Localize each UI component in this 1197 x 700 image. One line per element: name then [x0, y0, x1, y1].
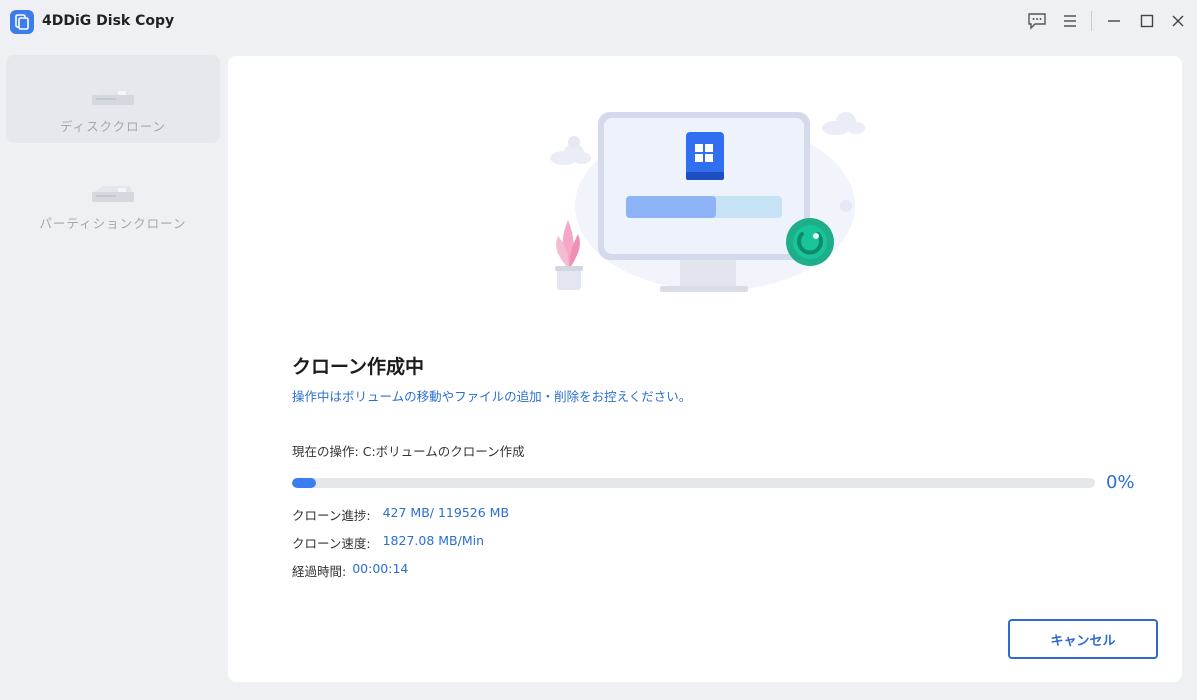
stat-elapsed-time: 経過時間: 00:00:14 [292, 561, 408, 580]
minimize-icon[interactable] [1100, 8, 1128, 34]
cancel-button[interactable]: キャンセル [1008, 619, 1158, 659]
sidebar-item-label: ディスククローン [59, 119, 166, 134]
stat-label: クローン速度: [292, 536, 371, 551]
warning-text: 操作中はボリュームの移動やファイルの追加・削除をお控えください。 [292, 389, 692, 404]
sidebar-item-disk-clone[interactable]: ディスククローン [6, 55, 220, 143]
page-title: クローン作成中 [292, 356, 425, 378]
stat-value: 00:00:14 [352, 561, 409, 576]
stat-clone-speed: クローン速度: 1827.08 MB/Min [292, 533, 484, 552]
current-operation: 現在の操作: C:ボリュームのクローン作成 [292, 441, 525, 460]
feedback-icon[interactable] [1023, 8, 1051, 34]
stat-clone-progress: クローン進捗: 427 MB/ 119526 MB [292, 505, 509, 524]
progress-percent: 0% [1106, 472, 1135, 493]
partition-disk-icon [92, 186, 134, 202]
stat-label: 経過時間: [292, 564, 347, 579]
close-icon[interactable] [1164, 8, 1192, 34]
operation-value: C:ボリュームのクローン作成 [362, 444, 525, 459]
title-separator [1091, 11, 1092, 31]
menu-icon[interactable] [1056, 8, 1084, 34]
stat-value: 427 MB/ 119526 MB [382, 505, 510, 520]
cloning-illustration [550, 112, 865, 292]
progress-bar-fill [292, 478, 317, 488]
sidebar-item-partition-clone[interactable]: パーティションクローン [6, 152, 220, 240]
main-panel: クローン作成中 操作中はボリュームの移動やファイルの追加・削除をお控えください。… [228, 56, 1182, 682]
disk-icon [92, 89, 134, 105]
stat-label: クローン進捗: [292, 508, 371, 523]
maximize-icon[interactable] [1133, 8, 1161, 34]
app-logo-icon [10, 10, 34, 34]
stat-value: 1827.08 MB/Min [382, 533, 485, 548]
progress-bar [292, 478, 1095, 488]
sidebar: ディスククローン パーティションクローン [0, 44, 226, 700]
title-bar: 4DDiG Disk Copy [0, 0, 1197, 44]
operation-label: 現在の操作: [292, 444, 359, 459]
app-title: 4DDiG Disk Copy [42, 13, 175, 29]
sidebar-item-label: パーティションクローン [39, 216, 187, 231]
